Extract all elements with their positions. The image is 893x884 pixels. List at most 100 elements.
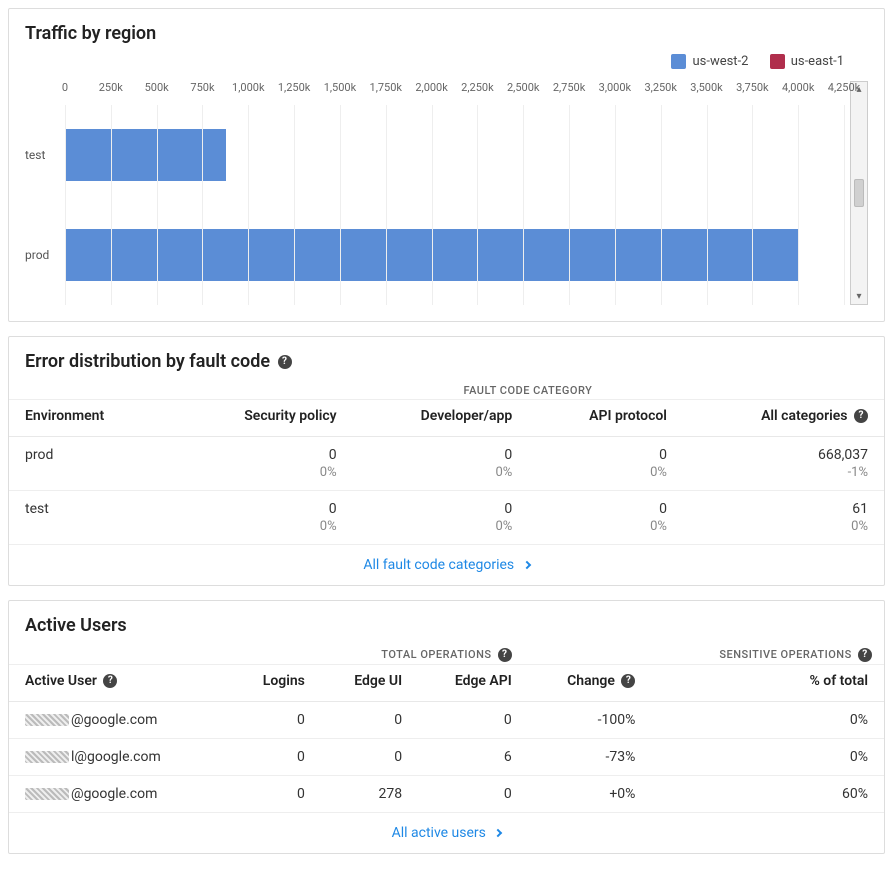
- legend-swatch-icon: [671, 54, 686, 69]
- total-ops-group-header: TOTAL OPERATIONS ?: [317, 642, 524, 665]
- legend-swatch-icon: [770, 54, 785, 69]
- gridline: [157, 105, 158, 305]
- cell-logins: 0: [228, 702, 317, 739]
- col-edge-ui: Edge UI: [317, 665, 414, 702]
- x-tick: 0: [62, 81, 68, 94]
- link-text: All active users: [392, 825, 486, 841]
- cell-env: prod: [9, 437, 172, 491]
- fault-code-group-header: FAULT CODE CATEGORY: [172, 378, 884, 400]
- cell-pct-total: 0%: [647, 739, 884, 776]
- cell-all: 668,037-1%: [679, 437, 884, 491]
- link-text: All fault code categories: [363, 557, 514, 573]
- gridline: [432, 105, 433, 305]
- cell-user: l@google.com: [9, 739, 228, 776]
- x-tick: 1,750k: [370, 81, 402, 94]
- sensitive-ops-group-header: SENSITIVE OPERATIONS ?: [647, 642, 884, 665]
- chart-legend: us-west-2 us-east-1: [25, 50, 868, 81]
- col-edge-api: Edge API: [414, 665, 524, 702]
- cell-api: 00%: [524, 437, 679, 491]
- cell-edge-ui: 0: [317, 739, 414, 776]
- cell-edge-api: 6: [414, 739, 524, 776]
- chevron-right-icon: [494, 829, 502, 837]
- cell-change: -100%: [524, 702, 648, 739]
- col-active-user: Active User ?: [9, 665, 228, 702]
- error-table: FAULT CODE CATEGORY Environment Security…: [9, 378, 884, 545]
- panel-title: Error distribution by fault code ?: [9, 337, 884, 378]
- legend-label: us-west-2: [692, 54, 748, 69]
- gridline: [202, 105, 203, 305]
- help-icon[interactable]: ?: [854, 409, 868, 423]
- plot-area: 0250k500k750k1,000k1,250k1,500k1,750k2,0…: [65, 81, 844, 305]
- x-tick: 500k: [145, 81, 169, 94]
- gridline: [844, 105, 845, 305]
- cell-devapp: 00%: [349, 491, 525, 545]
- cell-edge-ui: 0: [317, 702, 414, 739]
- bars-container: [65, 105, 844, 305]
- all-fault-codes-link[interactable]: All fault code categories: [9, 545, 884, 585]
- gridline: [294, 105, 295, 305]
- scroll-grip[interactable]: [854, 179, 864, 207]
- x-tick: 2,750k: [553, 81, 585, 94]
- x-tick: 4,250k: [828, 81, 860, 94]
- gridline: [65, 105, 66, 305]
- col-change: Change ?: [524, 665, 648, 702]
- help-icon[interactable]: ?: [103, 674, 117, 688]
- y-axis-labels: test prod: [25, 81, 65, 305]
- chevron-right-icon: [522, 561, 530, 569]
- panel-title-text: Error distribution by fault code: [25, 351, 270, 372]
- x-tick: 1,000k: [232, 81, 264, 94]
- active-users-panel: Active Users TOTAL OPERATIONS ? SENSITIV…: [8, 600, 885, 854]
- cell-pct-total: 0%: [647, 702, 884, 739]
- all-active-users-link[interactable]: All active users: [9, 813, 884, 853]
- table-row: l@google.com006-73%0%: [9, 739, 884, 776]
- gridline: [477, 105, 478, 305]
- x-tick: 1,250k: [278, 81, 310, 94]
- col-all-categories-text: All categories: [761, 408, 847, 424]
- table-row: @google.com000-100%0%: [9, 702, 884, 739]
- legend-label: us-east-1: [791, 54, 844, 69]
- help-icon[interactable]: ?: [498, 648, 512, 662]
- active-users-table: TOTAL OPERATIONS ? SENSITIVE OPERATIONS …: [9, 642, 884, 813]
- col-pct-total: % of total: [647, 665, 884, 702]
- scroll-down-icon[interactable]: ▾: [856, 289, 861, 304]
- gridline: [752, 105, 753, 305]
- chart-area: us-west-2 us-east-1 test prod 0250k500k7…: [9, 50, 884, 321]
- cell-edge-api: 0: [414, 702, 524, 739]
- legend-item-us-east-1[interactable]: us-east-1: [770, 54, 844, 69]
- help-icon[interactable]: ?: [858, 648, 872, 662]
- cell-security: 00%: [172, 491, 349, 545]
- cell-all: 610%: [679, 491, 884, 545]
- cell-api: 00%: [524, 491, 679, 545]
- legend-item-us-west-2[interactable]: us-west-2: [671, 54, 748, 69]
- cell-logins: 0: [228, 739, 317, 776]
- gridline: [798, 105, 799, 305]
- table-row: prod00%00%00%668,037-1%: [9, 437, 884, 491]
- x-tick: 3,000k: [599, 81, 631, 94]
- cell-change: -73%: [524, 739, 648, 776]
- panel-title: Active Users: [9, 601, 884, 642]
- cell-user: @google.com: [9, 702, 228, 739]
- x-tick: 2,250k: [461, 81, 493, 94]
- cell-logins: 0: [228, 776, 317, 813]
- cell-pct-total: 60%: [647, 776, 884, 813]
- cell-devapp: 00%: [349, 437, 525, 491]
- traffic-by-region-panel: Traffic by region us-west-2 us-east-1 te…: [8, 8, 885, 322]
- chart-scrollbar[interactable]: ▴ ▾: [850, 81, 868, 305]
- redacted-username: [25, 751, 69, 763]
- panel-title: Traffic by region: [9, 9, 884, 50]
- cell-edge-ui: 278: [317, 776, 414, 813]
- gridline: [340, 105, 341, 305]
- gridline: [707, 105, 708, 305]
- x-tick: 750k: [190, 81, 214, 94]
- col-logins: Logins: [228, 665, 317, 702]
- x-tick: 2,000k: [415, 81, 447, 94]
- gridline: [111, 105, 112, 305]
- help-icon[interactable]: ?: [278, 355, 292, 369]
- gridline: [661, 105, 662, 305]
- x-tick: 4,000k: [782, 81, 814, 94]
- x-tick: 3,750k: [736, 81, 768, 94]
- error-distribution-panel: Error distribution by fault code ? FAULT…: [8, 336, 885, 586]
- gridline: [248, 105, 249, 305]
- redacted-username: [25, 788, 69, 800]
- help-icon[interactable]: ?: [621, 674, 635, 688]
